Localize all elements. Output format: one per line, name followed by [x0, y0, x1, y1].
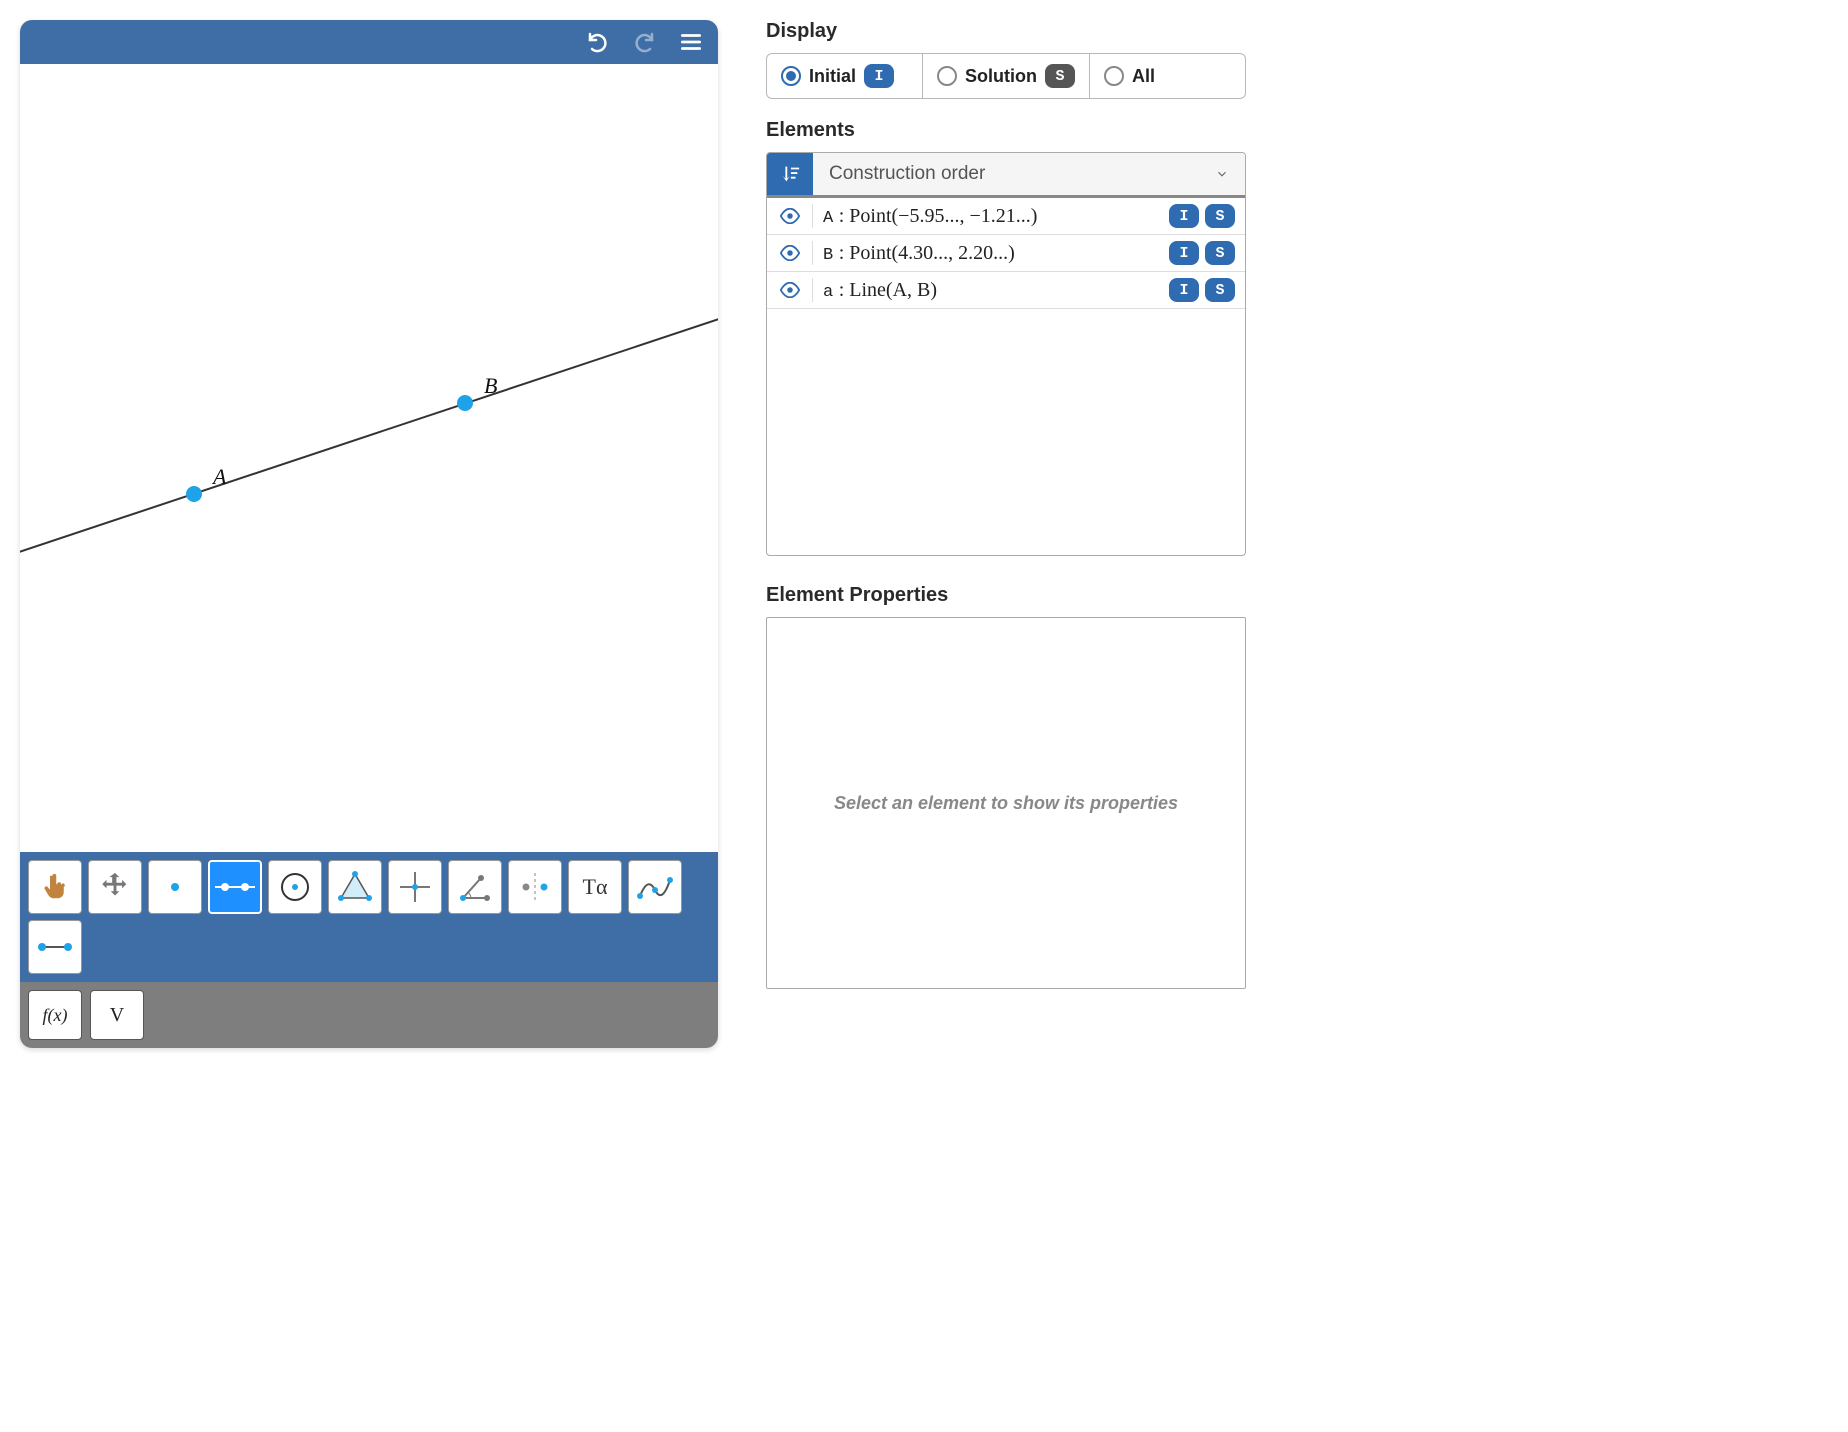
visibility-toggle[interactable]	[767, 204, 813, 228]
point-label-a: A	[211, 464, 227, 489]
display-mode-toggle: Initial I Solution S All	[766, 53, 1246, 99]
element-row[interactable]: a : Line(A, B) I S	[767, 272, 1245, 309]
display-option-solution[interactable]: Solution S	[923, 54, 1090, 98]
undo-icon[interactable]	[586, 30, 610, 54]
sort-label: Construction order	[829, 163, 985, 185]
visibility-toggle[interactable]	[767, 278, 813, 302]
point-label-b: B	[484, 373, 497, 398]
fx-button[interactable]: f(x)	[28, 990, 82, 1040]
tool-polygon[interactable]	[328, 860, 382, 914]
element-label: a : Line(A, B)	[823, 279, 1159, 302]
tool-spline[interactable]	[628, 860, 682, 914]
tool-move-arrows[interactable]	[88, 860, 142, 914]
display-option-all[interactable]: All	[1090, 54, 1245, 98]
tool-line[interactable]	[208, 860, 262, 914]
sort-select[interactable]: Construction order	[813, 153, 1245, 195]
elements-section-title: Elements	[766, 119, 1246, 142]
element-label: B : Point(4.30..., 2.20...)	[823, 242, 1159, 265]
display-option-label: Solution	[965, 66, 1037, 87]
redo-icon[interactable]	[632, 30, 656, 54]
element-label: A : Point(−5.95..., −1.21...)	[823, 205, 1159, 228]
badge-initial[interactable]: I	[1169, 278, 1199, 302]
drawing-canvas[interactable]: A B	[20, 64, 718, 852]
tool-segment[interactable]	[28, 920, 82, 974]
radio-icon	[1104, 66, 1124, 86]
badge-initial[interactable]: I	[1169, 204, 1199, 228]
radio-icon	[781, 66, 801, 86]
visibility-toggle[interactable]	[767, 241, 813, 265]
badge-solution[interactable]: S	[1205, 204, 1235, 228]
properties-placeholder: Select an element to show its properties	[834, 793, 1178, 814]
badge-initial: I	[864, 64, 894, 88]
element-row[interactable]: B : Point(4.30..., 2.20...) I S	[767, 235, 1245, 272]
menu-icon[interactable]	[678, 29, 704, 55]
badge-solution: S	[1045, 64, 1075, 88]
canvas-header	[20, 20, 718, 64]
tool-move-finger[interactable]	[28, 860, 82, 914]
badge-initial[interactable]: I	[1169, 241, 1199, 265]
tool-point[interactable]	[148, 860, 202, 914]
tool-reflect[interactable]	[508, 860, 562, 914]
keyboard-button[interactable]: V	[90, 990, 144, 1040]
side-panel: Display Initial I Solution S All Element…	[766, 20, 1246, 989]
tool-perpendicular[interactable]	[388, 860, 442, 914]
tool-circle[interactable]	[268, 860, 322, 914]
tool-angle[interactable]	[448, 860, 502, 914]
display-option-initial[interactable]: Initial I	[767, 54, 923, 98]
input-bar: f(x) V	[20, 982, 718, 1048]
badge-solution[interactable]: S	[1205, 241, 1235, 265]
radio-icon	[937, 66, 957, 86]
geometry-canvas-panel: A B	[20, 20, 718, 1048]
tool-text[interactable]: Tα	[568, 860, 622, 914]
display-section-title: Display	[766, 20, 1246, 43]
properties-panel: Select an element to show its properties	[766, 617, 1246, 989]
display-option-label: Initial	[809, 66, 856, 87]
tool-toolbar: Tα	[20, 852, 718, 982]
display-option-label: All	[1132, 66, 1155, 87]
properties-section-title: Element Properties	[766, 584, 1246, 607]
sort-icon[interactable]	[767, 153, 813, 195]
badge-solution[interactable]: S	[1205, 278, 1235, 302]
element-row[interactable]: A : Point(−5.95..., −1.21...) I S	[767, 198, 1245, 235]
elements-list: Construction order A : Point(−5.95..., −…	[766, 152, 1246, 556]
chevron-down-icon	[1215, 167, 1229, 181]
